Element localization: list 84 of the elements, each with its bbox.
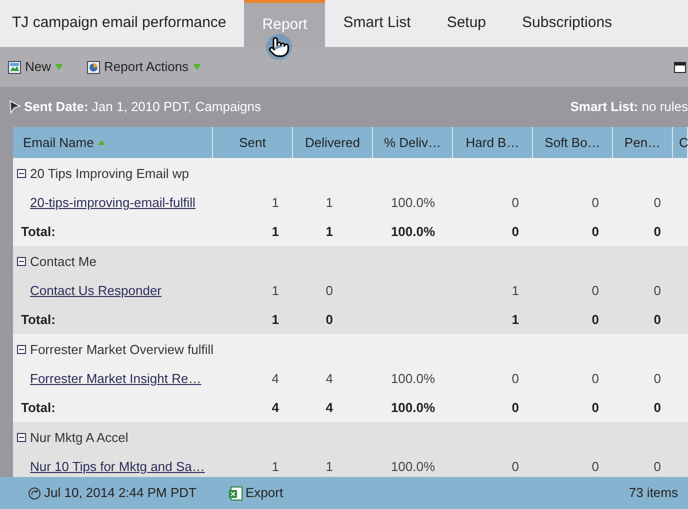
table-cell: 100.0% [390,459,436,474]
table-cell: 0 [592,283,599,298]
item-count: 73 items [628,484,678,502]
table-cell: 0 [654,312,661,327]
hand-cursor-icon [268,36,290,58]
collapse-icon[interactable] [17,345,26,354]
spreadsheet-icon [228,486,244,500]
column-header[interactable]: Hard B… [466,132,520,152]
table-cell: 1 [512,283,519,298]
export-button[interactable]: Export [228,483,284,503]
table-cell: 100.0% [390,224,436,239]
table-cell: 0 [654,459,661,474]
toolbar-button[interactable]: New [8,57,64,77]
email-link[interactable]: Contact Us Responder [30,283,162,298]
table-cell: 0 [654,400,661,415]
smart-list-text: Smart List: no rules [570,98,688,116]
column-header[interactable]: % Deliv… [384,132,442,152]
table-cell: 0 [512,459,519,474]
table-cell: 0 [592,224,599,239]
total-label: Total: [21,400,56,415]
table-cell: 0 [592,459,599,474]
collapse-icon[interactable] [17,433,26,442]
sort-ascending-icon [98,140,105,145]
table-cell: 0 [654,224,661,239]
table-cell: 1 [272,195,279,210]
table-cell: 1 [272,312,279,327]
table-cell: 0 [654,283,661,298]
table-cell: 1 [272,459,279,474]
table-cell: 100.0% [390,400,436,415]
table-cell: 1 [326,224,333,239]
filter-icon [9,100,21,114]
table-cell: 1 [326,459,333,474]
table-cell: 1 [512,312,519,327]
table-cell: 0 [592,312,599,327]
column-header[interactable]: Pen… [624,132,661,152]
column-header[interactable]: C [679,132,688,152]
window-icon[interactable] [674,62,686,72]
column-header[interactable]: Email Name [23,132,94,152]
table-cell: 0 [326,283,333,298]
table-cell: 4 [326,371,333,386]
table-cell: 0 [654,371,661,386]
table-cell: 0 [592,400,599,415]
table-cell: 0 [512,195,519,210]
status-date: Jul 10, 2014 2:44 PM PDT [44,484,196,502]
table-cell: 0 [592,371,599,386]
group-name: Contact Me [30,252,96,271]
filter-text: Sent Date: Jan 1, 2010 PDT, Campaigns [24,98,262,116]
table-cell: 100.0% [390,371,436,386]
collapse-icon[interactable] [17,257,26,266]
table-cell: 0 [326,312,333,327]
table-cell: 0 [654,195,661,210]
table-cell: 1 [326,195,333,210]
table-cell: 0 [512,400,519,415]
collapse-icon[interactable] [17,169,26,178]
table-cell: 0 [592,195,599,210]
refresh-icon[interactable] [28,486,41,500]
column-header[interactable]: Soft Bo… [544,132,600,152]
email-link[interactable]: Forrester Market Insight Re… [30,371,202,386]
table-cell: 1 [272,283,279,298]
group-name: Forrester Market Overview fulfill [30,340,214,359]
email-link[interactable]: 20-tips-improving-email-fulfill [30,195,196,210]
page-title: TJ campaign email performance [11,13,228,34]
email-link[interactable]: Nur 10 Tips for Mktg and Sa… [30,459,205,474]
table-cell: 0 [512,224,519,239]
total-label: Total: [21,224,56,239]
caret-icon [192,64,201,70]
table-cell: 0 [512,371,519,386]
tab[interactable]: Subscriptions [504,0,630,47]
caret-icon [55,64,64,70]
toolbar-button[interactable]: Report Actions [87,57,201,77]
table-cell: 1 [272,224,279,239]
table-cell: 100.0% [390,195,436,210]
column-header[interactable]: Sent [239,132,266,152]
image-icon [8,60,21,74]
column-header[interactable]: Delivered [305,132,360,152]
group-name: Nur Mktg A Accel [30,428,128,447]
group-name: 20 Tips Improving Email wp [30,164,189,183]
table-cell: 4 [326,400,333,415]
tab[interactable]: Smart List [325,0,429,47]
table-cell: 4 [272,400,279,415]
total-label: Total: [21,312,56,327]
report-icon [87,60,100,74]
tab[interactable]: Setup [428,0,504,47]
table-cell: 4 [272,371,279,386]
